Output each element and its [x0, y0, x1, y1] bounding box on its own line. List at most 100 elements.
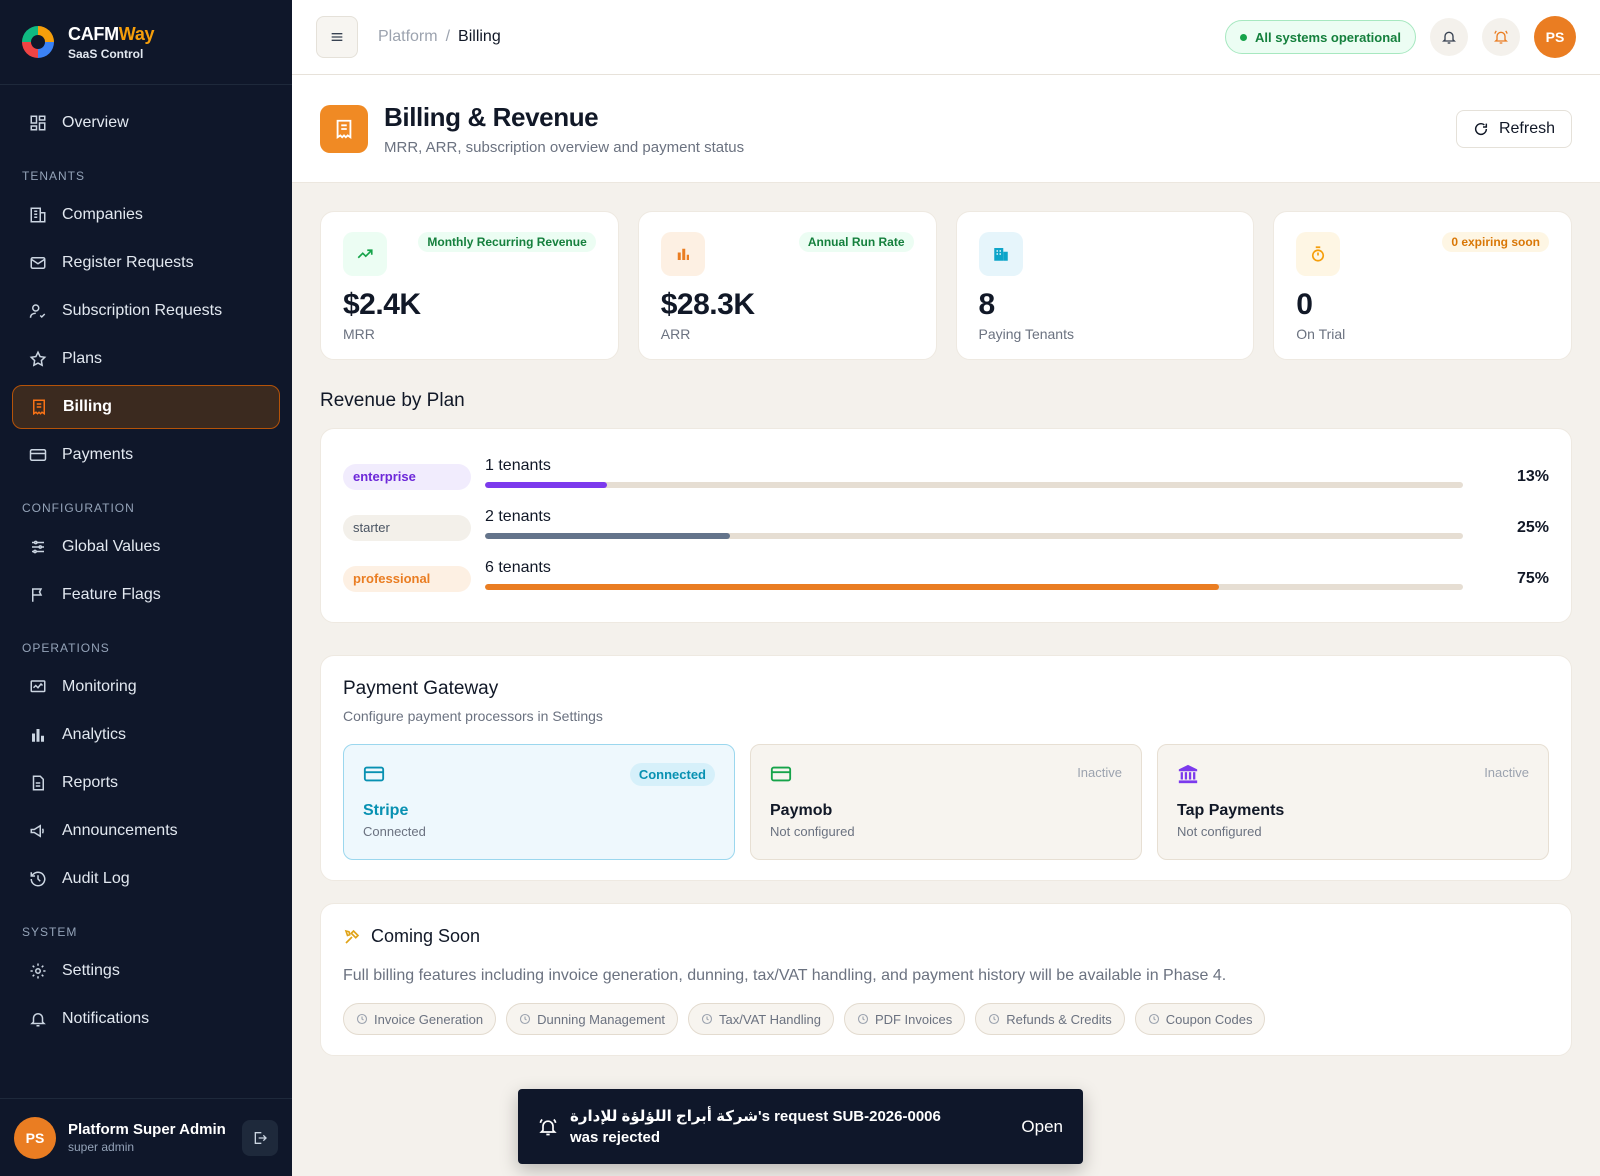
stats-row: Monthly Recurring Revenue $2.4K MRR Annu…: [320, 211, 1572, 360]
nav-section-operations: OPERATIONS: [22, 641, 110, 655]
credit-card-icon: [28, 445, 48, 465]
sidebar-item-companies[interactable]: Companies: [12, 193, 280, 237]
sidebar-item-global-values[interactable]: Global Values: [12, 525, 280, 569]
sidebar-item-announcements[interactable]: Announcements: [12, 809, 280, 853]
system-status-text: All systems operational: [1255, 29, 1401, 45]
logout-button[interactable]: [242, 1119, 278, 1156]
plan-row: starter 2 tenants 25%: [343, 502, 1549, 553]
sidebar-item-label: Analytics: [62, 726, 127, 743]
refresh-icon: [1474, 122, 1488, 135]
payment-gateway-subtitle: Configure payment processors in Settings: [343, 708, 603, 724]
coming-soon-title: Coming Soon: [371, 926, 481, 946]
sidebar-item-label: Monitoring: [62, 678, 137, 695]
nav-section-tenants: TENANTS: [22, 169, 86, 183]
bell-ring-icon: [539, 1118, 557, 1135]
menu-toggle-button[interactable]: [316, 16, 358, 58]
sidebar-item-monitoring[interactable]: Monitoring: [12, 665, 280, 709]
toast-message: شركة أبراج اللؤلؤة للإدارة's request SUB…: [570, 1107, 941, 1146]
breadcrumb-platform[interactable]: Platform: [378, 28, 438, 46]
sidebar-item-label: Subscription Requests: [62, 302, 223, 319]
stat-card-mrr: Monthly Recurring Revenue $2.4K MRR: [320, 211, 619, 360]
main-content: Monthly Recurring Revenue $2.4K MRR Annu…: [320, 211, 1572, 1056]
alerts-button[interactable]: [1482, 18, 1520, 56]
feature-chip: Tax/VAT Handling: [688, 1003, 834, 1035]
sidebar-item-label: Billing: [63, 398, 112, 415]
feature-chip: Dunning Management: [506, 1003, 679, 1035]
sidebar-item-subscription-requests[interactable]: Subscription Requests: [12, 289, 280, 333]
history-icon: [28, 869, 48, 889]
sidebar-item-overview[interactable]: Overview: [12, 101, 280, 145]
stat-tag: Annual Run Rate: [798, 232, 914, 252]
clock-icon: [989, 1013, 1000, 1025]
sliders-icon: [28, 537, 48, 557]
sidebar-item-audit-log[interactable]: Audit Log: [12, 857, 280, 901]
sidebar-item-label: Plans: [62, 350, 103, 367]
plan-badge: starter: [343, 514, 471, 541]
topbar: Platform / Billing All systems operation…: [292, 0, 1600, 75]
sidebar-item-analytics[interactable]: Analytics: [12, 713, 280, 757]
revenue-by-plan-card: enterprise 1 tenants 13% starter 2 tenan…: [320, 428, 1572, 623]
user-role: super admin: [68, 1140, 135, 1154]
stat-card-on-trial: 0 expiring soon 0 On Trial: [1273, 211, 1572, 360]
gateway-paymob[interactable]: Inactive Paymob Not configured: [750, 744, 1142, 860]
sidebar-item-settings[interactable]: Settings: [12, 949, 280, 993]
toast-open-button[interactable]: Open: [1021, 1117, 1063, 1137]
logo-icon: [22, 26, 54, 58]
gateway-status-badge: Inactive: [1077, 765, 1122, 780]
plan-tenant-count: 1 tenants: [485, 456, 551, 474]
stat-label: On Trial: [1296, 326, 1346, 342]
bank-icon: [1178, 764, 1198, 784]
brand-name: CAFMWay: [68, 23, 155, 44]
sidebar-item-notifications[interactable]: Notifications: [12, 997, 280, 1041]
stat-value: $28.3K: [660, 288, 755, 321]
user-avatar-button[interactable]: PS: [1534, 16, 1576, 58]
gateway-stripe[interactable]: Connected Stripe Connected: [343, 744, 735, 860]
clock-icon: [701, 1013, 713, 1025]
refresh-button[interactable]: Refresh: [1455, 109, 1572, 148]
stat-label: MRR: [343, 326, 375, 342]
tools-icon: [344, 929, 360, 944]
stat-value: 8: [978, 288, 996, 321]
building-icon: [28, 205, 48, 225]
clock-icon: [857, 1013, 868, 1025]
sidebar-item-register-requests[interactable]: Register Requests: [12, 241, 280, 285]
breadcrumb-separator: /: [445, 28, 451, 45]
gateway-tap-payments[interactable]: Inactive Tap Payments Not configured: [1157, 744, 1549, 860]
system-status-badge[interactable]: All systems operational: [1225, 20, 1416, 54]
feature-chip: Coupon Codes: [1134, 1003, 1266, 1035]
sidebar-nav: Overview TENANTS Companies Register Requ…: [0, 85, 292, 1041]
feature-chip: Invoice Generation: [343, 1003, 497, 1035]
clock-icon: [356, 1013, 368, 1025]
star-icon: [28, 349, 48, 369]
sidebar-item-feature-flags[interactable]: Feature Flags: [12, 573, 280, 617]
coming-soon-text: Full billing features including invoice …: [343, 967, 1227, 984]
brand[interactable]: CAFMWay SaaS Control: [0, 0, 292, 85]
feature-chip: PDF Invoices: [843, 1003, 966, 1035]
status-dot-icon: [1240, 33, 1248, 41]
stat-value: $2.4K: [343, 288, 421, 321]
revenue-by-plan-title: Revenue by Plan: [320, 390, 465, 411]
refresh-label: Refresh: [1498, 119, 1555, 137]
plan-tenant-count: 6 tenants: [485, 558, 551, 576]
sidebar-item-label: Overview: [62, 114, 129, 131]
sidebar-item-billing[interactable]: Billing: [12, 385, 280, 429]
breadcrumb: Platform / Billing: [378, 28, 501, 46]
sidebar-item-plans[interactable]: Plans: [12, 337, 280, 381]
plan-row: professional 6 tenants 75%: [343, 553, 1549, 604]
file-icon: [28, 773, 48, 793]
avatar[interactable]: PS: [14, 1116, 56, 1159]
notifications-button[interactable]: [1430, 18, 1468, 56]
building-icon: [978, 232, 1023, 276]
payment-gateway-title: Payment Gateway: [343, 678, 499, 699]
gateway-note: Connected: [363, 824, 426, 839]
sidebar-item-reports[interactable]: Reports: [12, 761, 280, 805]
notification-toast: شركة أبراج اللؤلؤة للإدارة's request SUB…: [518, 1089, 1083, 1164]
hamburger-icon: [331, 33, 343, 41]
receipt-icon: [320, 104, 368, 153]
page-title: Billing & Revenue: [384, 101, 599, 132]
receipt-icon: [29, 397, 49, 417]
plan-badge: enterprise: [343, 463, 471, 490]
sidebar-item-payments[interactable]: Payments: [12, 433, 280, 477]
bell-icon: [1442, 31, 1456, 44]
sidebar-item-label: Audit Log: [62, 870, 130, 887]
